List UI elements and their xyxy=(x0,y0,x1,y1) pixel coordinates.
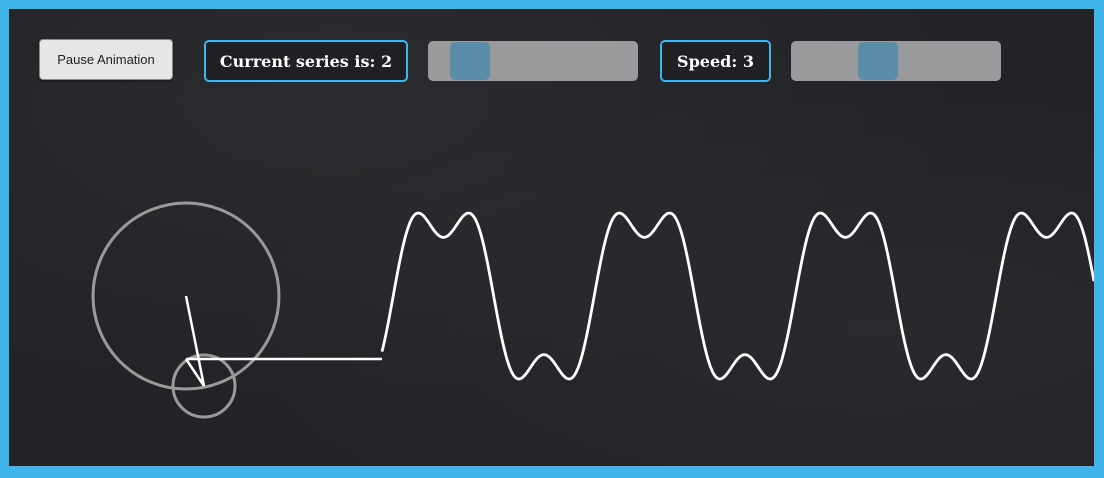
animation-canvas: Pause Animation Current series is: 2 Spe… xyxy=(9,9,1094,466)
fourier-drawing xyxy=(91,201,1094,419)
waveform-trace xyxy=(380,211,1094,381)
